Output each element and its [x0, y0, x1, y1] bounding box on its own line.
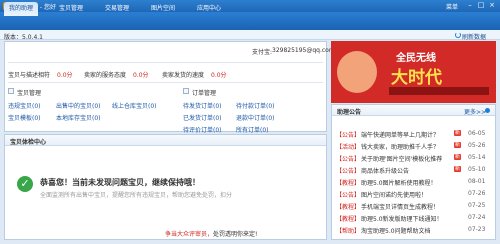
close-icon[interactable]: × [487, 1, 497, 10]
banner-headline: 全民无线 [396, 53, 436, 64]
notice-item[interactable]: 淘宝助理5.0问题帮助文档 [361, 226, 431, 235]
rating-label: 卖家的服务态度 [84, 72, 127, 79]
minimize-icon[interactable]: – [465, 1, 475, 10]
health-headline: 恭喜您！当前未发现问题宝贝，继续保持哦！ [40, 178, 200, 187]
maximize-icon[interactable]: □ [476, 1, 486, 10]
notice-date: 08-01 [468, 178, 486, 185]
tab-trade-manage[interactable]: 交易管理 [100, 2, 134, 16]
notice-date: 05-10 [468, 166, 486, 173]
notice-date: 07-23 [468, 226, 486, 233]
notice-item[interactable]: 钱大卖家，助理助推千人手？ [361, 142, 439, 151]
refresh-button[interactable]: 刷新数据 [462, 32, 486, 41]
review-invite-text[interactable]: 处罚透明你来定! [213, 231, 257, 238]
check-icon: ✓ [17, 176, 33, 192]
notice-date: 07-25 [468, 202, 486, 209]
notice-item[interactable]: 商品体系升级公告 [361, 166, 409, 175]
notice-item[interactable]: 关于助理'图片空间'模板化推荐 [361, 154, 442, 163]
link-pending-shipment[interactable]: 待发货订单(0) [183, 101, 222, 110]
notice-tag: 【公告】 [336, 156, 361, 163]
notice-date: 05-26 [468, 142, 486, 149]
health-description: 全面监测所有出售中宝贝，提醒您所有违规宝贝，帮助您避免处罚，扣分 [40, 192, 233, 199]
rating-label: 宝贝与描述相符 [8, 72, 51, 79]
link-online-warehouse[interactable]: 线上仓库宝贝(0) [112, 101, 157, 110]
tab-app-center[interactable]: 应用中心 [192, 2, 226, 16]
rating-label: 卖家发货的速度 [162, 72, 205, 79]
link-refund-orders[interactable]: 退款中订单(0) [236, 113, 275, 122]
review-invite-highlight[interactable]: 争当大众评审员， [165, 231, 213, 238]
link-violation-items[interactable]: 违规宝贝(0) [8, 101, 41, 110]
notice-item[interactable]: 助理5.0新发版助理下线通知！ [361, 214, 443, 223]
arrow-right-icon [485, 108, 490, 113]
link-pending-payment[interactable]: 待付款订单(0) [236, 101, 275, 110]
tab-image-space[interactable]: 图片空间 [146, 2, 180, 16]
notice-title: 助理公告 [337, 109, 362, 116]
alipay-label: 支付宝: [252, 49, 273, 56]
link-shipped-orders[interactable]: 已发货订单(0) [183, 113, 222, 122]
notice-tag: 【帮助】 [336, 228, 361, 235]
alipay-account: 329825195@qq.com [272, 47, 335, 54]
notice-date: 07-24 [468, 214, 486, 221]
notice-tag: 【教程】 [336, 216, 361, 223]
rating-value: 0.0分 [57, 72, 73, 79]
health-center-title: 宝贝体检中心 [10, 139, 47, 146]
promo-banner[interactable]: 全民无线 大时代 [331, 41, 496, 103]
banner-subheadline: 大时代 [391, 68, 442, 88]
rating-value: 0.0分 [133, 72, 149, 79]
notice-item[interactable]: 图片空间诺约先使用啦！ [361, 190, 427, 199]
info-bar [0, 30, 500, 40]
hot-badge-icon: 新 [454, 130, 461, 136]
link-item-templates[interactable]: 宝贝模板(0) [8, 113, 41, 122]
menu-button[interactable]: 菜单 [446, 2, 458, 11]
link-all-orders[interactable]: 所有订单(0) [236, 125, 269, 134]
product-manage-icon [8, 88, 14, 94]
notice-item[interactable]: 助理5.0图片解析使用教程！ [361, 178, 437, 187]
tab-my-assistant[interactable]: 我的助理 [4, 2, 39, 16]
divider [8, 82, 323, 83]
product-manage-title: 宝贝管理 [17, 90, 42, 97]
order-manage-title: 订单管理 [192, 90, 217, 97]
order-manage-icon [183, 88, 189, 94]
hot-badge-icon: 新 [454, 166, 461, 172]
notice-date: 06-05 [468, 130, 486, 137]
notice-item[interactable]: 手机端宝贝详情页生成教程！ [361, 202, 439, 211]
version-label: 版本：5.0.4.1 [4, 34, 43, 41]
hot-badge-icon: 新 [454, 142, 461, 148]
banner-strip [389, 87, 489, 95]
notice-more-link[interactable]: 更多>> [464, 107, 486, 116]
banner-character-image [337, 51, 377, 93]
notice-tag: 【公告】 [336, 168, 361, 175]
rating-value: 0.0分 [211, 72, 227, 79]
tab-product-manage[interactable]: 宝贝管理 [54, 2, 88, 16]
notice-tag: 【教程】 [336, 204, 361, 211]
notice-item[interactable]: 端午快递网单等早上几期计？ [361, 130, 439, 139]
link-pending-review[interactable]: 待评价订单(0) [183, 125, 222, 134]
link-on-sale-items[interactable]: 出售中的宝贝(0) [56, 101, 101, 110]
notice-date: 07-26 [468, 190, 486, 197]
health-header [5, 135, 326, 146]
notice-tag: 【教程】 [336, 180, 361, 187]
refresh-icon[interactable] [455, 32, 461, 38]
notice-tag: 【活动】 [336, 144, 361, 151]
divider [8, 62, 323, 63]
notice-tag: 【公告】 [336, 192, 361, 199]
review-invite[interactable]: 争当大众评审员，处罚透明你来定! [165, 229, 257, 238]
link-local-stock[interactable]: 本地库存宝贝(0) [56, 113, 101, 122]
notice-tag: 【公告】 [336, 132, 361, 139]
account-panel [4, 41, 327, 132]
notice-panel: 助理公告 更多>> 【公告】 端午快递网单等早上几期计？ 新 06-05 【活动… [331, 104, 496, 240]
notice-date: 05-14 [468, 154, 486, 161]
hot-badge-icon: 新 [454, 154, 461, 160]
